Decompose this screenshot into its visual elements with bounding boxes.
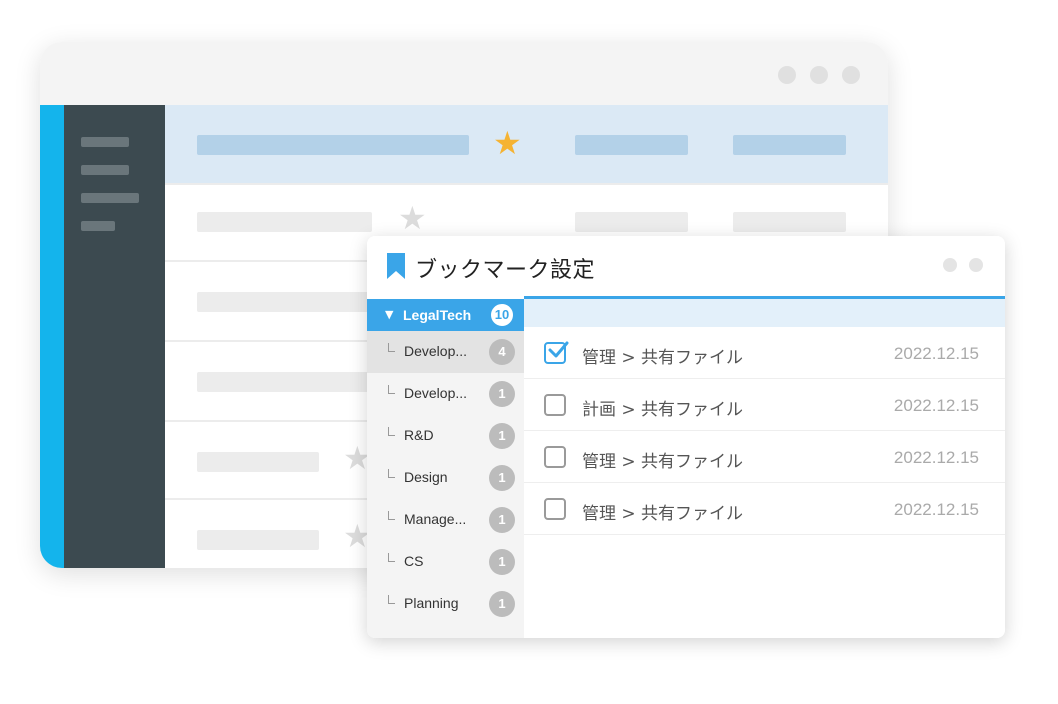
bookmark-path: 管理 > 共有ファイル — [582, 452, 744, 472]
tree-item[interactable]: CS 1 — [367, 541, 524, 583]
bookmark-checkbox[interactable] — [544, 341, 569, 364]
row-placeholder-bar — [197, 530, 319, 550]
sidebar-accent-strip — [40, 105, 64, 568]
bookmark-checkbox[interactable] — [544, 446, 566, 468]
tree-branch-icon — [388, 385, 395, 394]
tree-branch-icon — [388, 343, 395, 352]
row-placeholder-bar — [733, 212, 846, 232]
tree-item-label: Design — [404, 469, 448, 485]
row-placeholder-bar — [197, 135, 469, 155]
tree-item[interactable]: Develop... 4 — [367, 331, 524, 373]
tree-item-label: Planning — [404, 595, 459, 611]
tree-branch-icon — [388, 427, 395, 436]
tree-root-label: LegalTech — [403, 307, 472, 323]
tree-branch-icon — [388, 595, 395, 604]
bookmark-path: 計画 > 共有ファイル — [582, 400, 744, 420]
sidebar-placeholder-line — [81, 193, 139, 203]
count-badge: 1 — [489, 507, 515, 533]
row-placeholder-bar — [197, 212, 372, 232]
count-badge: 1 — [489, 591, 515, 617]
bookmark-row[interactable]: 計画 > 共有ファイル 2022.12.15 — [524, 379, 1005, 431]
bookmark-checkbox[interactable] — [544, 394, 566, 416]
star-outline-icon[interactable]: ★ — [398, 202, 427, 234]
bookmark-settings-dialog: ブックマーク設定 ▼ LegalTech 10 Develop... 4 Dev… — [367, 236, 1005, 638]
tree-item-label: Develop... — [404, 385, 468, 401]
count-badge: 4 — [489, 339, 515, 365]
row-placeholder-bar — [197, 452, 319, 472]
tree-item-label: CS — [404, 553, 424, 569]
bookmark-date: 2022.12.15 — [893, 344, 979, 363]
tree-item[interactable]: R&D 1 — [367, 415, 524, 457]
row-placeholder-bar — [575, 212, 688, 232]
caret-down-icon[interactable]: ▼ — [385, 308, 393, 321]
window-dot[interactable] — [842, 66, 860, 84]
star-filled-icon[interactable]: ★ — [493, 127, 522, 159]
tree-item[interactable]: Planning 1 — [367, 583, 524, 625]
count-badge: 10 — [489, 302, 515, 328]
tree-item[interactable]: Design 1 — [367, 457, 524, 499]
bookmark-row[interactable]: 管理 > 共有ファイル 2022.12.15 — [524, 483, 1005, 535]
dialog-window-dot[interactable] — [969, 258, 983, 272]
sidebar-placeholder-line — [81, 221, 115, 231]
bookmark-icon — [387, 253, 405, 279]
count-badge: 1 — [489, 381, 515, 407]
tree-root-legaltech[interactable]: ▼ LegalTech 10 — [367, 299, 524, 331]
bookmark-list-header — [524, 299, 1005, 327]
window-dot[interactable] — [810, 66, 828, 84]
tree-item-label: Manage... — [404, 511, 467, 527]
tree-item-label: Develop... — [404, 343, 468, 359]
background-sidebar — [64, 105, 165, 568]
row-placeholder-bar — [575, 135, 688, 155]
bookmark-checkbox[interactable] — [544, 498, 566, 520]
tree-item[interactable]: Develop... 1 — [367, 373, 524, 415]
bookmark-date: 2022.12.15 — [893, 500, 979, 519]
bookmark-path: 管理 > 共有ファイル — [582, 348, 744, 368]
bookmark-row[interactable]: 管理 > 共有ファイル 2022.12.15 — [524, 327, 1005, 379]
bookmark-date: 2022.12.15 — [893, 448, 979, 467]
checkmark-icon — [548, 341, 569, 358]
dialog-window-dot[interactable] — [943, 258, 957, 272]
dialog-title: ブックマーク設定 — [415, 258, 596, 283]
bookmark-date: 2022.12.15 — [893, 396, 979, 415]
tree-item-label: R&D — [404, 427, 434, 443]
bookmark-row[interactable]: 管理 > 共有ファイル 2022.12.15 — [524, 431, 1005, 483]
count-badge: 1 — [489, 549, 515, 575]
tree-branch-icon — [388, 553, 395, 562]
window-dot[interactable] — [778, 66, 796, 84]
sidebar-placeholder-line — [81, 137, 129, 147]
count-badge: 1 — [489, 423, 515, 449]
tree-item[interactable]: Manage... 1 — [367, 499, 524, 541]
count-badge: 1 — [489, 465, 515, 491]
bookmark-list: 管理 > 共有ファイル 2022.12.15 計画 > 共有ファイル 2022.… — [524, 299, 1005, 638]
bookmark-path: 管理 > 共有ファイル — [582, 504, 744, 524]
row-divider — [165, 183, 888, 185]
tree-branch-icon — [388, 511, 395, 520]
folder-tree: ▼ LegalTech 10 Develop... 4 Develop... 1… — [367, 299, 524, 638]
sidebar-placeholder-line — [81, 165, 129, 175]
dialog-header: ブックマーク設定 — [367, 236, 1005, 296]
background-titlebar — [40, 42, 888, 105]
tree-branch-icon — [388, 469, 395, 478]
row-placeholder-bar — [197, 372, 372, 392]
row-placeholder-bar — [197, 292, 372, 312]
row-placeholder-bar — [733, 135, 846, 155]
